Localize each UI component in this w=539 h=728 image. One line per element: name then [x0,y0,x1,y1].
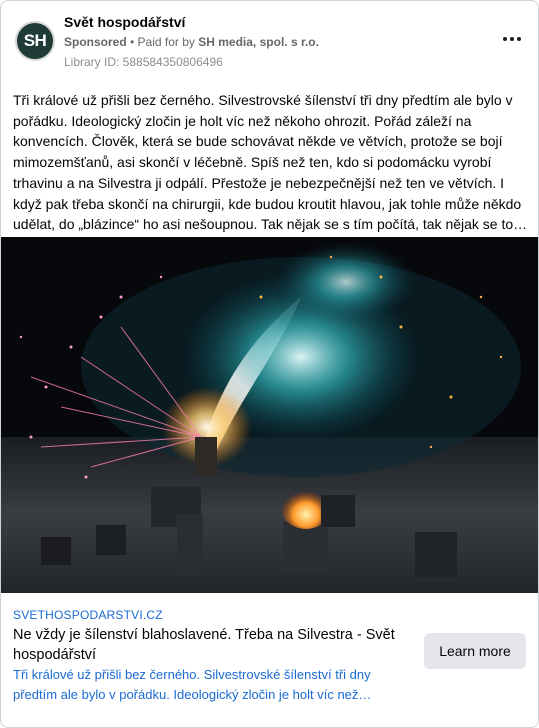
learn-more-button[interactable]: Learn more [424,633,526,669]
link-headline[interactable]: Ne vždy je šílenství blahoslavené. Třeba… [13,625,403,665]
sponsored-meta: Sponsored • Paid for by SH media, spol. … [64,35,319,49]
sponsored-label: Sponsored [64,35,127,49]
avatar-initials: SH [23,31,47,50]
post-header: SH Svět hospodářství Sponsored • Paid fo… [13,13,526,71]
page-avatar[interactable]: SH [15,21,55,61]
link-description[interactable]: Tři králové už přišli bez černého. Silve… [13,665,405,705]
post-body-text: Tři králové už přišli bez černého. Silve… [13,92,528,233]
page-name[interactable]: Svět hospodářství [64,14,185,30]
link-preview[interactable]: SVETHOSPODARSTVI.CZ Ne vždy je šílenství… [1,593,538,727]
sponsored-post-card: SH Svět hospodářství Sponsored • Paid fo… [0,0,539,728]
more-options-icon[interactable] [498,29,526,49]
meta-separator: • [126,35,138,49]
link-domain[interactable]: SVETHOSPODARSTVI.CZ [13,608,163,622]
firework-fountain-image [1,237,538,593]
advertiser-name[interactable]: SH media, spol. s r.o. [198,35,319,49]
post-image[interactable] [1,237,538,593]
paid-for-prefix: Paid for by [137,35,199,49]
library-id: Library ID: 588584350806496 [64,55,223,69]
